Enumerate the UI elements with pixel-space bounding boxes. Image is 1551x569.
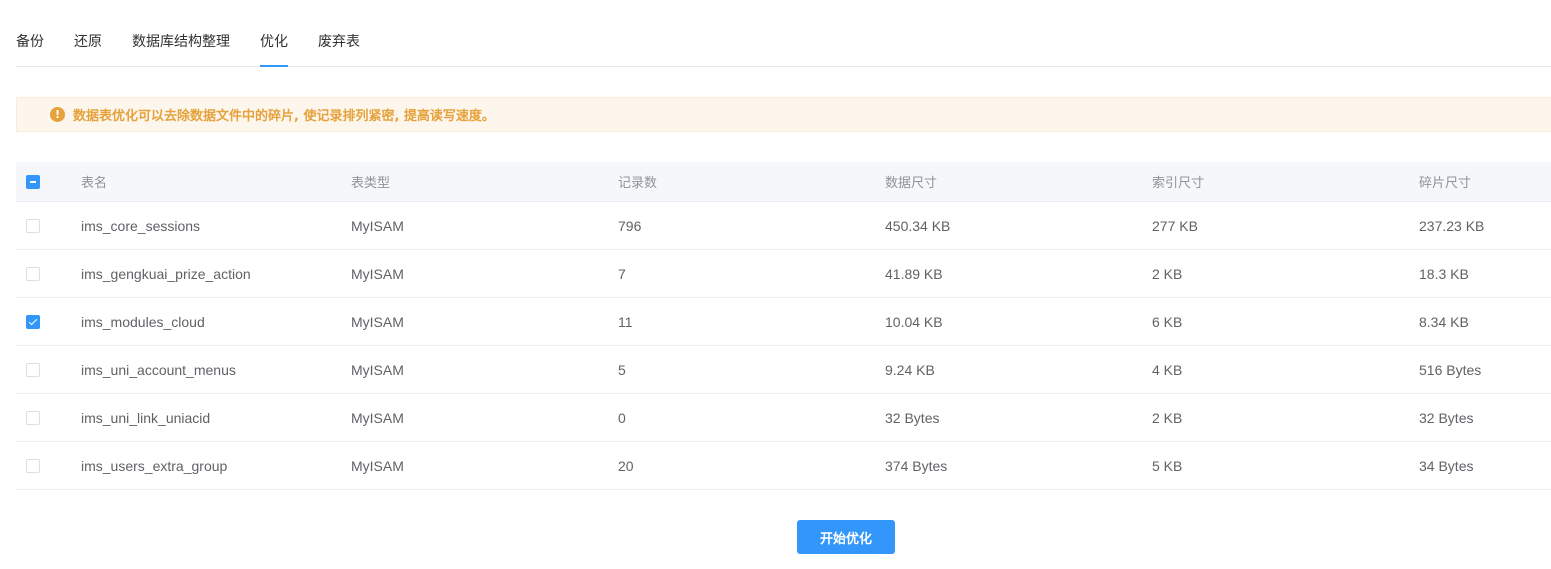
row-checkbox[interactable] <box>26 314 40 329</box>
table-type: MyISAM <box>351 361 404 378</box>
row-checkbox[interactable] <box>26 266 40 281</box>
row-checkbox[interactable] <box>26 410 40 425</box>
data-size: 41.89 KB <box>885 265 943 282</box>
table-name: ims_core_sessions <box>81 217 201 234</box>
table-header: 表名 表类型 记录数 数据尺寸 索引尺寸 碎片尺寸 <box>16 162 1551 202</box>
data-size: 32 Bytes <box>885 409 940 426</box>
column-header-data-size: 数据尺寸 <box>885 176 938 191</box>
fragment-size: 237.23 KB <box>1419 217 1485 234</box>
data-size: 450.34 KB <box>885 217 951 234</box>
table-name: ims_gengkuai_prize_action <box>81 265 251 282</box>
table-row[interactable]: ims_uni_account_menus MyISAM 5 9.24 KB 4… <box>16 346 1551 394</box>
index-size: 4 KB <box>1152 361 1183 378</box>
record-count: 20 <box>618 457 634 474</box>
table-name: ims_users_extra_group <box>81 457 228 474</box>
index-size: 5 KB <box>1152 457 1183 474</box>
row-checkbox[interactable] <box>26 218 40 233</box>
warning-icon: ! <box>50 107 65 122</box>
select-all-checkbox[interactable] <box>26 174 40 189</box>
record-count: 796 <box>618 217 642 234</box>
record-count: 5 <box>618 361 626 378</box>
tables-table: 表名 表类型 记录数 数据尺寸 索引尺寸 碎片尺寸 ims_core_sessi… <box>16 162 1551 490</box>
index-size: 2 KB <box>1152 265 1183 282</box>
column-header-fragment-size: 碎片尺寸 <box>1419 176 1472 191</box>
fragment-size: 516 Bytes <box>1419 361 1482 378</box>
table-row[interactable]: ims_modules_cloud MyISAM 11 10.04 KB 6 K… <box>16 298 1551 346</box>
table-row[interactable]: ims_core_sessions MyISAM 796 450.34 KB 2… <box>16 202 1551 250</box>
row-checkbox[interactable] <box>26 458 40 473</box>
tab-optimize[interactable]: 优化 <box>260 33 288 67</box>
table-type: MyISAM <box>351 265 404 282</box>
table-name: ims_modules_cloud <box>81 313 205 330</box>
record-count: 11 <box>618 313 633 330</box>
table-name: ims_uni_link_uniacid <box>81 409 211 426</box>
tab-deprecated[interactable]: 废弃表 <box>318 33 360 67</box>
data-size: 10.04 KB <box>885 313 943 330</box>
tab-restore[interactable]: 还原 <box>74 33 102 67</box>
record-count: 7 <box>618 265 626 282</box>
table-name: ims_uni_account_menus <box>81 361 236 378</box>
column-header-name: 表名 <box>81 176 108 191</box>
index-size: 2 KB <box>1152 409 1183 426</box>
table-type: MyISAM <box>351 313 404 330</box>
info-alert: ! 数据表优化可以去除数据文件中的碎片, 使记录排列紧密, 提高读写速度。 <box>16 97 1551 132</box>
alert-message: 数据表优化可以去除数据文件中的碎片, 使记录排列紧密, 提高读写速度。 <box>73 109 495 124</box>
table-row[interactable]: ims_gengkuai_prize_action MyISAM 7 41.89… <box>16 250 1551 298</box>
data-size: 9.24 KB <box>885 361 935 378</box>
table-row[interactable]: ims_uni_link_uniacid MyISAM 0 32 Bytes 2… <box>16 394 1551 442</box>
start-optimize-button[interactable]: 开始优化 <box>797 520 895 554</box>
fragment-size: 32 Bytes <box>1419 409 1474 426</box>
index-size: 6 KB <box>1152 313 1183 330</box>
data-size: 374 Bytes <box>885 457 948 474</box>
column-header-records: 记录数 <box>618 176 658 191</box>
index-size: 277 KB <box>1152 217 1198 234</box>
tab-backup[interactable]: 备份 <box>16 33 44 67</box>
tab-structure[interactable]: 数据库结构整理 <box>132 33 230 67</box>
table-type: MyISAM <box>351 217 404 234</box>
fragment-size: 34 Bytes <box>1419 457 1474 474</box>
fragment-size: 8.34 KB <box>1419 313 1469 330</box>
record-count: 0 <box>618 409 626 426</box>
row-checkbox[interactable] <box>26 362 40 377</box>
column-header-type: 表类型 <box>351 176 391 191</box>
column-header-index-size: 索引尺寸 <box>1152 176 1205 191</box>
tab-bar: 备份 还原 数据库结构整理 优化 废弃表 <box>16 0 1551 67</box>
table-type: MyISAM <box>351 457 404 474</box>
table-row[interactable]: ims_users_extra_group MyISAM 20 374 Byte… <box>16 442 1551 490</box>
table-type: MyISAM <box>351 409 404 426</box>
fragment-size: 18.3 KB <box>1419 265 1469 282</box>
